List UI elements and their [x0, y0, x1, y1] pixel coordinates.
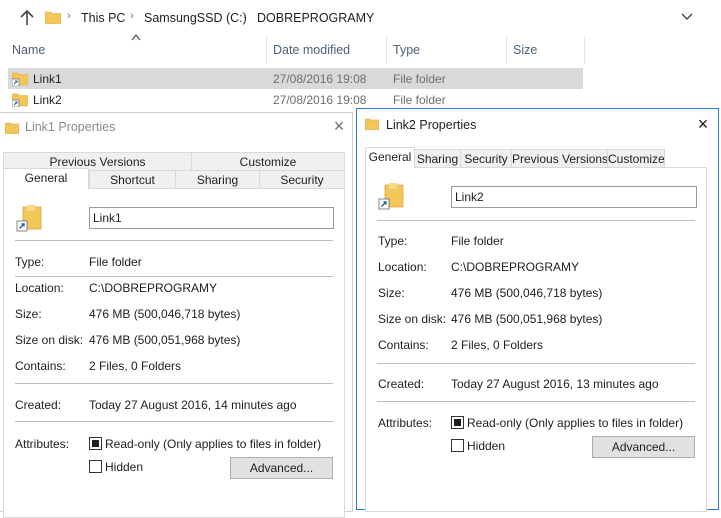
close-icon[interactable]: × [329, 117, 349, 137]
divider [377, 220, 695, 221]
folder-shortcut-icon [5, 122, 19, 134]
chevron-right-icon: › [243, 10, 247, 22]
divider [377, 401, 695, 402]
created-value: Today 27 August 2016, 13 minutes ago [451, 377, 659, 391]
file-explorer: › This PC › SamsungSSD (C:) › DOBREPROGR… [0, 0, 721, 112]
advanced-button[interactable]: Advanced... [230, 457, 333, 479]
dialog-title: Link1 Properties [25, 120, 116, 134]
column-divider[interactable] [584, 36, 585, 64]
divider [377, 363, 695, 364]
folder-shortcut-icon [12, 93, 28, 107]
column-header-name[interactable]: Name [12, 36, 268, 64]
size-value: 476 MB (500,046,718 bytes) [89, 307, 241, 321]
size-label: Size: [15, 307, 42, 321]
breadcrumb-drive[interactable]: SamsungSSD (C:) [144, 11, 247, 25]
column-header-size[interactable]: Size [513, 36, 583, 64]
dialog-title: Link2 Properties [386, 118, 477, 132]
up-arrow-icon[interactable] [17, 8, 37, 28]
readonly-checkbox[interactable] [451, 416, 464, 429]
divider [15, 240, 333, 241]
advanced-button[interactable]: Advanced... [592, 436, 695, 458]
name-field[interactable] [451, 186, 697, 208]
chevron-right-icon: › [130, 10, 134, 22]
created-label: Created: [15, 398, 62, 412]
chevron-right-icon: › [67, 10, 71, 22]
folder-icon [45, 11, 61, 24]
tab-shortcut[interactable]: Shortcut [89, 170, 176, 189]
size-on-disk-value: 476 MB (500,051,968 bytes) [89, 333, 241, 347]
size-on-disk-label: Size on disk: [15, 333, 84, 347]
folder-shortcut-icon [16, 205, 42, 232]
folder-shortcut-icon [365, 118, 379, 130]
address-bar[interactable]: › This PC › SamsungSSD (C:) › DOBREPROGR… [41, 6, 701, 30]
folder-shortcut-icon [12, 72, 28, 86]
file-name: Link2 [33, 93, 62, 107]
size-label: Size: [378, 286, 405, 300]
tab-security[interactable]: Security [259, 170, 345, 189]
divider [15, 421, 333, 422]
folder-shortcut-icon [378, 183, 404, 210]
location-value: C:\DOBREPROGRAMY [89, 281, 218, 295]
chevron-down-icon[interactable] [680, 10, 694, 24]
location-label: Location: [15, 281, 64, 295]
tab-customize[interactable]: Customize [191, 152, 345, 171]
file-row-link1[interactable]: Link1 27/08/2016 19:08 File folder [8, 68, 583, 89]
size-value: 476 MB (500,046,718 bytes) [451, 286, 603, 300]
hidden-label: Hidden [467, 439, 506, 453]
hidden-label: Hidden [105, 460, 144, 474]
tab-general[interactable]: General [365, 147, 415, 168]
type-label: Type: [378, 234, 408, 248]
contains-value: 2 Files, 0 Folders [89, 359, 182, 373]
hidden-checkbox[interactable] [89, 460, 102, 473]
tab-previous-versions[interactable]: Previous Versions [511, 149, 608, 168]
attributes-label: Attributes: [378, 416, 433, 430]
divider [15, 383, 333, 384]
divider [15, 276, 333, 277]
column-header-date-modified[interactable]: Date modified [273, 36, 385, 64]
tab-sharing[interactable]: Sharing [414, 149, 461, 168]
contains-label: Contains: [15, 359, 66, 373]
file-type: File folder [393, 93, 446, 107]
created-label: Created: [378, 377, 425, 391]
link2-properties-dialog: Link2 Properties × Sharing Security Prev… [356, 108, 719, 512]
address-row: › This PC › SamsungSSD (C:) › DOBREPROGR… [0, 0, 721, 36]
readonly-label: Read-only (Only applies to files in fold… [105, 437, 322, 451]
breadcrumb-this-pc[interactable]: This PC [81, 11, 125, 25]
column-header-type[interactable]: Type [393, 36, 505, 64]
type-value: File folder [89, 255, 142, 269]
column-divider[interactable] [266, 36, 267, 64]
tab-customize[interactable]: Customize [607, 149, 665, 168]
type-label: Type: [15, 255, 45, 269]
column-divider[interactable] [506, 36, 507, 64]
location-value: C:\DOBREPROGRAMY [451, 260, 580, 274]
created-value: Today 27 August 2016, 14 minutes ago [89, 398, 297, 412]
name-field[interactable] [89, 207, 334, 229]
readonly-label: Read-only (Only applies to files in fold… [467, 416, 684, 430]
column-divider[interactable] [386, 36, 387, 64]
file-row-link2[interactable]: Link2 27/08/2016 19:08 File folder [8, 89, 583, 110]
file-name: Link1 [33, 72, 62, 86]
contains-value: 2 Files, 0 Folders [451, 338, 544, 352]
hidden-checkbox[interactable] [451, 439, 464, 452]
tab-sharing[interactable]: Sharing [175, 170, 260, 189]
file-type: File folder [393, 72, 446, 86]
file-date: 27/08/2016 19:08 [273, 72, 367, 86]
contains-label: Contains: [378, 338, 429, 352]
size-on-disk-label: Size on disk: [378, 312, 447, 326]
type-value: File folder [451, 234, 504, 248]
tab-general[interactable]: General [3, 168, 89, 189]
close-icon[interactable]: × [693, 115, 713, 135]
breadcrumb-folder[interactable]: DOBREPROGRAMY [257, 11, 374, 25]
location-label: Location: [378, 260, 427, 274]
attributes-label: Attributes: [15, 437, 70, 451]
file-date: 27/08/2016 19:08 [273, 93, 367, 107]
tab-security[interactable]: Security [460, 149, 512, 168]
link1-properties-dialog: Link1 Properties × Previous Versions Cus… [0, 112, 353, 518]
size-on-disk-value: 476 MB (500,051,968 bytes) [451, 312, 603, 326]
readonly-checkbox[interactable] [89, 437, 102, 450]
